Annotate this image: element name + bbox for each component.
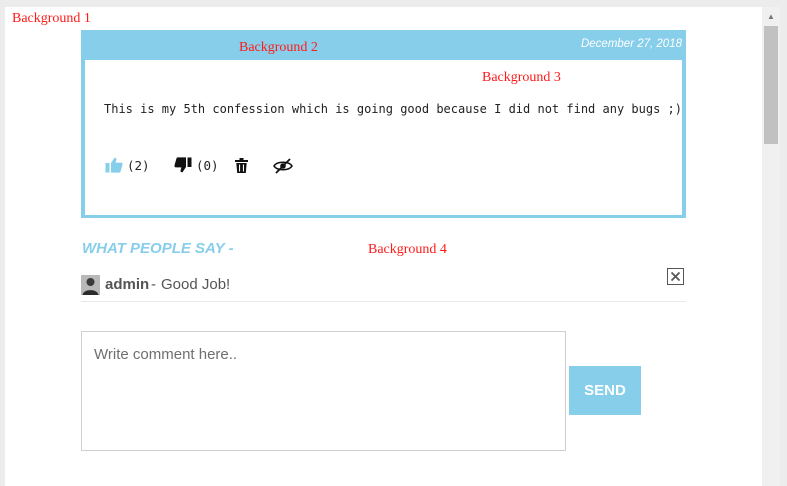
trash-icon [235, 158, 248, 173]
confession-text: This is my 5th confession which is going… [104, 102, 682, 116]
window-frame-top [0, 0, 787, 7]
comment-item: admin - Good Job! [81, 268, 686, 302]
scrollbar-thumb[interactable] [764, 26, 778, 144]
background-2-label: Background 2 [239, 40, 318, 55]
send-button[interactable]: SEND [569, 366, 641, 415]
comment-separator: - [151, 276, 156, 293]
comment-author: admin [105, 276, 150, 293]
background-4-label: Background 4 [368, 242, 447, 257]
scroll-up-arrow-icon[interactable]: ▲ [762, 7, 780, 25]
background-3-label: Background 3 [482, 70, 561, 85]
delete-confession-button[interactable] [235, 158, 248, 173]
hide-confession-button[interactable] [273, 158, 293, 174]
avatar [81, 275, 100, 295]
confession-card: December 27, 2018 This is my 5th confess… [81, 30, 686, 218]
thumbs-up-icon [105, 157, 123, 173]
dislike-count: (0) [196, 157, 219, 173]
window-frame-left [0, 0, 5, 486]
like-count: (2) [127, 157, 150, 173]
comment-text: Good Job! [161, 276, 231, 293]
confession-date: December 27, 2018 [580, 38, 682, 50]
background-1-label: Background 1 [12, 11, 91, 26]
dislike-button[interactable]: (0) [174, 157, 219, 173]
eye-slash-icon [273, 158, 293, 174]
confession-body: This is my 5th confession which is going… [85, 60, 682, 215]
thumbs-down-icon [174, 157, 192, 173]
section-title: WHAT PEOPLE SAY - [82, 240, 234, 257]
window-frame-right [780, 0, 787, 486]
close-icon [670, 271, 681, 282]
scrollbar[interactable]: ▲ [762, 7, 780, 486]
like-button[interactable]: (2) [105, 157, 150, 173]
comment-input[interactable] [81, 331, 566, 451]
delete-comment-button[interactable] [667, 268, 684, 285]
